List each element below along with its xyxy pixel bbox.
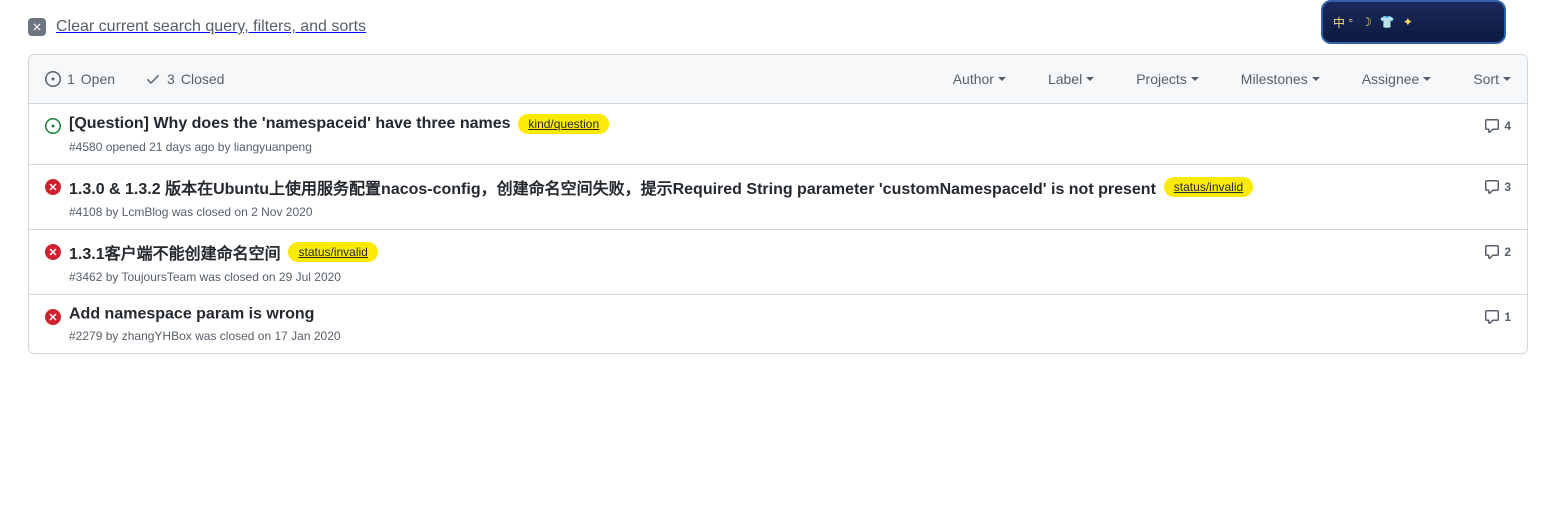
issue-closed-icon (45, 175, 69, 219)
comments-count: 1 (1504, 310, 1511, 324)
issue-label[interactable]: status/invalid (1164, 177, 1253, 197)
open-issues-tab[interactable]: 1 Open (45, 71, 115, 87)
issue-label[interactable]: status/invalid (288, 242, 377, 262)
author-filter[interactable]: Author (953, 71, 1006, 87)
issue-closed-icon (45, 240, 69, 284)
milestones-filter[interactable]: Milestones (1241, 71, 1320, 87)
projects-filter[interactable]: Projects (1136, 71, 1199, 87)
sort-filter[interactable]: Sort (1473, 71, 1511, 87)
issue-row: 1.3.0 & 1.3.2 版本在Ubuntu上使用服务配置nacos-conf… (29, 164, 1527, 229)
issue-main: Add namespace param is wrong #2279 by zha… (69, 305, 1484, 343)
issue-title-link[interactable]: 1.3.0 & 1.3.2 版本在Ubuntu上使用服务配置nacos-conf… (69, 181, 1156, 198)
issue-closed-icon (45, 305, 69, 343)
issues-list: 1 Open 3 Closed Author Label Projects Mi… (28, 54, 1528, 354)
star-icon: ✦ (1403, 15, 1413, 29)
issues-toolbar: 1 Open 3 Closed Author Label Projects Mi… (29, 55, 1527, 104)
issue-main: 1.3.0 & 1.3.2 版本在Ubuntu上使用服务配置nacos-conf… (69, 175, 1484, 219)
toy-text: 中 ° (1333, 14, 1353, 31)
issue-meta: #2279 by zhangYHBox was closed on 17 Jan… (69, 329, 1468, 343)
issue-row: 1.3.1客户端不能创建命名空间 status/invalid #3462 by … (29, 229, 1527, 294)
chevron-down-icon (998, 77, 1006, 81)
issue-title-link[interactable]: 1.3.1客户端不能创建命名空间 (69, 246, 281, 263)
chevron-down-icon (1086, 77, 1094, 81)
issue-meta: #3462 by ToujoursTeam was closed on 29 J… (69, 270, 1468, 284)
open-label: Open (81, 71, 115, 87)
check-icon (145, 71, 161, 87)
chevron-down-icon (1191, 77, 1199, 81)
chevron-down-icon (1312, 77, 1320, 81)
assignee-filter[interactable]: Assignee (1362, 71, 1432, 87)
issue-row: Add namespace param is wrong #2279 by zha… (29, 294, 1527, 353)
closed-count: 3 (167, 71, 175, 87)
issue-meta: #4580 opened 21 days ago by liangyuanpen… (69, 140, 1468, 154)
comments-link[interactable]: 3 (1484, 179, 1511, 195)
close-icon (28, 18, 46, 36)
label-filter[interactable]: Label (1048, 71, 1094, 87)
issue-author-link[interactable]: ToujoursTeam (122, 270, 197, 284)
chevron-down-icon (1423, 77, 1431, 81)
comments-count: 2 (1504, 245, 1511, 259)
issue-author-link[interactable]: zhangYHBox (122, 329, 192, 343)
clear-search-text: Clear current search query, filters, and… (56, 18, 366, 36)
comments-link[interactable]: 4 (1484, 118, 1511, 134)
issue-row: [Question] Why does the 'namespaceid' ha… (29, 104, 1527, 164)
issue-label[interactable]: kind/question (518, 114, 609, 134)
issue-main: [Question] Why does the 'namespaceid' ha… (69, 114, 1484, 154)
comments-count: 3 (1504, 180, 1511, 194)
comments-count: 4 (1504, 119, 1511, 133)
issue-open-icon (45, 114, 69, 154)
chevron-down-icon (1503, 77, 1511, 81)
clear-search-link[interactable]: Clear current search query, filters, and… (28, 0, 1528, 54)
shirt-icon: 👕 (1380, 15, 1395, 29)
comments-link[interactable]: 2 (1484, 244, 1511, 260)
closed-issues-tab[interactable]: 3 Closed (145, 71, 224, 87)
issue-title-link[interactable]: [Question] Why does the 'namespaceid' ha… (69, 115, 511, 132)
issue-main: 1.3.1客户端不能创建命名空间 status/invalid #3462 by … (69, 240, 1484, 284)
issue-open-icon (45, 71, 61, 87)
comments-link[interactable]: 1 (1484, 309, 1511, 325)
open-count: 1 (67, 71, 75, 87)
closed-label: Closed (181, 71, 225, 87)
browser-extension-widget: 中 ° ☽ 👕 ✦ (1321, 0, 1506, 44)
issue-title-link[interactable]: Add namespace param is wrong (69, 305, 314, 322)
issue-author-link[interactable]: LcmBlog (122, 205, 169, 219)
issue-author-link[interactable]: liangyuanpeng (234, 140, 312, 154)
issue-meta: #4108 by LcmBlog was closed on 2 Nov 202… (69, 205, 1468, 219)
moon-icon: ☽ (1361, 15, 1372, 29)
